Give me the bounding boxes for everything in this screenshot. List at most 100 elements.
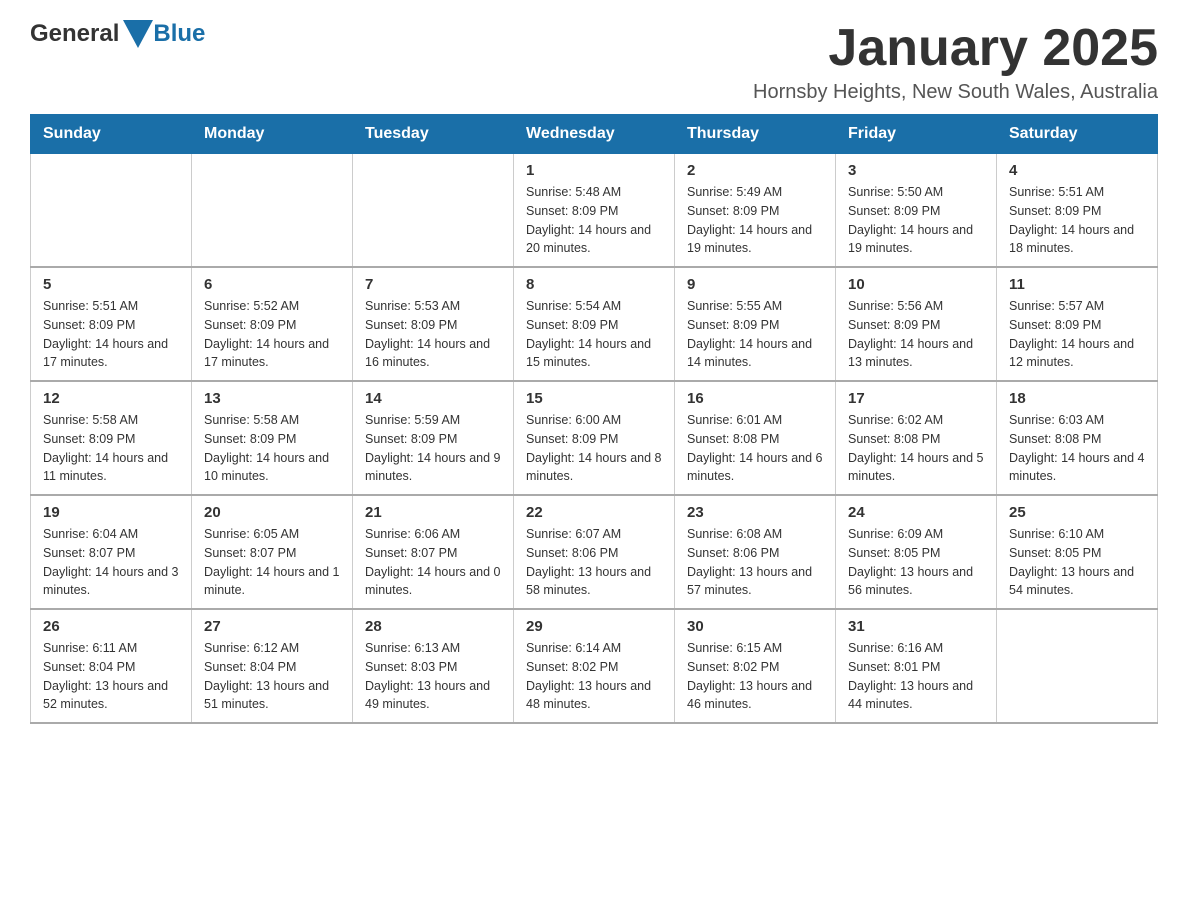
day-number: 19 [43, 504, 179, 521]
sunrise-text: Sunrise: 5:58 AM [204, 411, 340, 430]
sunrise-text: Sunrise: 5:51 AM [1009, 183, 1145, 202]
sunset-text: Sunset: 8:09 PM [204, 316, 340, 335]
day-info: Sunrise: 6:06 AMSunset: 8:07 PMDaylight:… [365, 525, 501, 600]
sunrise-text: Sunrise: 6:16 AM [848, 639, 984, 658]
calendar-cell: 15Sunrise: 6:00 AMSunset: 8:09 PMDayligh… [514, 381, 675, 495]
day-info: Sunrise: 6:02 AMSunset: 8:08 PMDaylight:… [848, 411, 984, 486]
daylight-text: Daylight: 14 hours and 19 minutes. [687, 221, 823, 259]
day-number: 14 [365, 390, 501, 407]
sunset-text: Sunset: 8:06 PM [687, 544, 823, 563]
sunrise-text: Sunrise: 5:58 AM [43, 411, 179, 430]
day-number: 8 [526, 276, 662, 293]
calendar-cell: 29Sunrise: 6:14 AMSunset: 8:02 PMDayligh… [514, 609, 675, 723]
calendar-cell: 7Sunrise: 5:53 AMSunset: 8:09 PMDaylight… [353, 267, 514, 381]
sunset-text: Sunset: 8:09 PM [848, 316, 984, 335]
sunset-text: Sunset: 8:01 PM [848, 658, 984, 677]
sunrise-text: Sunrise: 5:54 AM [526, 297, 662, 316]
sunset-text: Sunset: 8:08 PM [848, 430, 984, 449]
calendar-cell: 3Sunrise: 5:50 AMSunset: 8:09 PMDaylight… [836, 154, 997, 268]
calendar-cell: 31Sunrise: 6:16 AMSunset: 8:01 PMDayligh… [836, 609, 997, 723]
sunset-text: Sunset: 8:06 PM [526, 544, 662, 563]
daylight-text: Daylight: 14 hours and 1 minute. [204, 563, 340, 601]
header-sunday: Sunday [31, 115, 192, 154]
day-number: 20 [204, 504, 340, 521]
calendar-cell: 30Sunrise: 6:15 AMSunset: 8:02 PMDayligh… [675, 609, 836, 723]
sunset-text: Sunset: 8:09 PM [365, 430, 501, 449]
week-row-3: 19Sunrise: 6:04 AMSunset: 8:07 PMDayligh… [31, 495, 1158, 609]
daylight-text: Daylight: 13 hours and 58 minutes. [526, 563, 662, 601]
header-thursday: Thursday [675, 115, 836, 154]
logo: General Blue [30, 20, 205, 48]
calendar-cell: 6Sunrise: 5:52 AMSunset: 8:09 PMDaylight… [192, 267, 353, 381]
calendar-table: Sunday Monday Tuesday Wednesday Thursday… [30, 114, 1158, 724]
calendar-cell: 2Sunrise: 5:49 AMSunset: 8:09 PMDaylight… [675, 154, 836, 268]
daylight-text: Daylight: 13 hours and 57 minutes. [687, 563, 823, 601]
sunrise-text: Sunrise: 6:12 AM [204, 639, 340, 658]
sunrise-text: Sunrise: 5:55 AM [687, 297, 823, 316]
sunrise-text: Sunrise: 6:06 AM [365, 525, 501, 544]
sunset-text: Sunset: 8:09 PM [687, 202, 823, 221]
day-number: 3 [848, 162, 984, 179]
calendar-cell: 17Sunrise: 6:02 AMSunset: 8:08 PMDayligh… [836, 381, 997, 495]
day-info: Sunrise: 6:14 AMSunset: 8:02 PMDaylight:… [526, 639, 662, 714]
daylight-text: Daylight: 14 hours and 5 minutes. [848, 449, 984, 487]
daylight-text: Daylight: 14 hours and 19 minutes. [848, 221, 984, 259]
day-info: Sunrise: 6:10 AMSunset: 8:05 PMDaylight:… [1009, 525, 1145, 600]
sunset-text: Sunset: 8:05 PM [848, 544, 984, 563]
sunset-text: Sunset: 8:09 PM [204, 430, 340, 449]
day-info: Sunrise: 5:58 AMSunset: 8:09 PMDaylight:… [204, 411, 340, 486]
day-number: 22 [526, 504, 662, 521]
day-info: Sunrise: 6:03 AMSunset: 8:08 PMDaylight:… [1009, 411, 1145, 486]
sunrise-text: Sunrise: 6:03 AM [1009, 411, 1145, 430]
day-number: 16 [687, 390, 823, 407]
day-info: Sunrise: 5:57 AMSunset: 8:09 PMDaylight:… [1009, 297, 1145, 372]
sunset-text: Sunset: 8:09 PM [43, 316, 179, 335]
daylight-text: Daylight: 14 hours and 11 minutes. [43, 449, 179, 487]
day-number: 27 [204, 618, 340, 635]
sunset-text: Sunset: 8:05 PM [1009, 544, 1145, 563]
daylight-text: Daylight: 14 hours and 17 minutes. [204, 335, 340, 373]
daylight-text: Daylight: 13 hours and 51 minutes. [204, 677, 340, 715]
week-row-0: 1Sunrise: 5:48 AMSunset: 8:09 PMDaylight… [31, 154, 1158, 268]
day-number: 10 [848, 276, 984, 293]
daylight-text: Daylight: 14 hours and 15 minutes. [526, 335, 662, 373]
sunrise-text: Sunrise: 6:11 AM [43, 639, 179, 658]
daylight-text: Daylight: 14 hours and 8 minutes. [526, 449, 662, 487]
calendar-cell: 14 Sunrise: 5:59 AMSunset: 8:09 PMDayligh… [353, 381, 514, 495]
sunrise-text: Sunrise: 6:00 AM [526, 411, 662, 430]
sunset-text: Sunset: 8:04 PM [204, 658, 340, 677]
day-info: Sunrise: 6:05 AMSunset: 8:07 PMDaylight:… [204, 525, 340, 600]
header: General Blue January 2025 Hornsby Height… [30, 20, 1158, 104]
sunrise-text: Sunrise: 5:56 AM [848, 297, 984, 316]
calendar-cell: 13Sunrise: 5:58 AMSunset: 8:09 PMDayligh… [192, 381, 353, 495]
sunrise-text: Sunrise: 5:59 AM [365, 411, 501, 430]
sunrise-text: Sunrise: 6:08 AM [687, 525, 823, 544]
daylight-text: Daylight: 14 hours and 9 minutes. [365, 449, 501, 487]
sunset-text: Sunset: 8:09 PM [43, 430, 179, 449]
day-number: 1 [526, 162, 662, 179]
daylight-text: Daylight: 13 hours and 44 minutes. [848, 677, 984, 715]
sunset-text: Sunset: 8:02 PM [526, 658, 662, 677]
daylight-text: Daylight: 13 hours and 54 minutes. [1009, 563, 1145, 601]
day-info: Sunrise: 5:55 AMSunset: 8:09 PMDaylight:… [687, 297, 823, 372]
day-info: Sunrise: 6:16 AMSunset: 8:01 PMDaylight:… [848, 639, 984, 714]
header-wednesday: Wednesday [514, 115, 675, 154]
day-info: Sunrise: 5:58 AMSunset: 8:09 PMDaylight:… [43, 411, 179, 486]
day-info: Sunrise: 5:51 AMSunset: 8:09 PMDaylight:… [1009, 183, 1145, 258]
sunrise-text: Sunrise: 5:53 AM [365, 297, 501, 316]
daylight-text: Daylight: 14 hours and 13 minutes. [848, 335, 984, 373]
calendar-cell: 25Sunrise: 6:10 AMSunset: 8:05 PMDayligh… [997, 495, 1158, 609]
header-friday: Friday [836, 115, 997, 154]
day-info: Sunrise: 6:01 AMSunset: 8:08 PMDaylight:… [687, 411, 823, 486]
daylight-text: Daylight: 14 hours and 4 minutes. [1009, 449, 1145, 487]
daylight-text: Daylight: 13 hours and 56 minutes. [848, 563, 984, 601]
calendar-cell: 22Sunrise: 6:07 AMSunset: 8:06 PMDayligh… [514, 495, 675, 609]
calendar-cell: 10 Sunrise: 5:56 AMSunset: 8:09 PMDayligh… [836, 267, 997, 381]
day-number: 5 [43, 276, 179, 293]
sunset-text: Sunset: 8:09 PM [848, 202, 984, 221]
sunrise-text: Sunrise: 6:01 AM [687, 411, 823, 430]
header-tuesday: Tuesday [353, 115, 514, 154]
sunset-text: Sunset: 8:02 PM [687, 658, 823, 677]
daylight-text: Daylight: 13 hours and 49 minutes. [365, 677, 501, 715]
logo-text-general: General [30, 20, 119, 48]
